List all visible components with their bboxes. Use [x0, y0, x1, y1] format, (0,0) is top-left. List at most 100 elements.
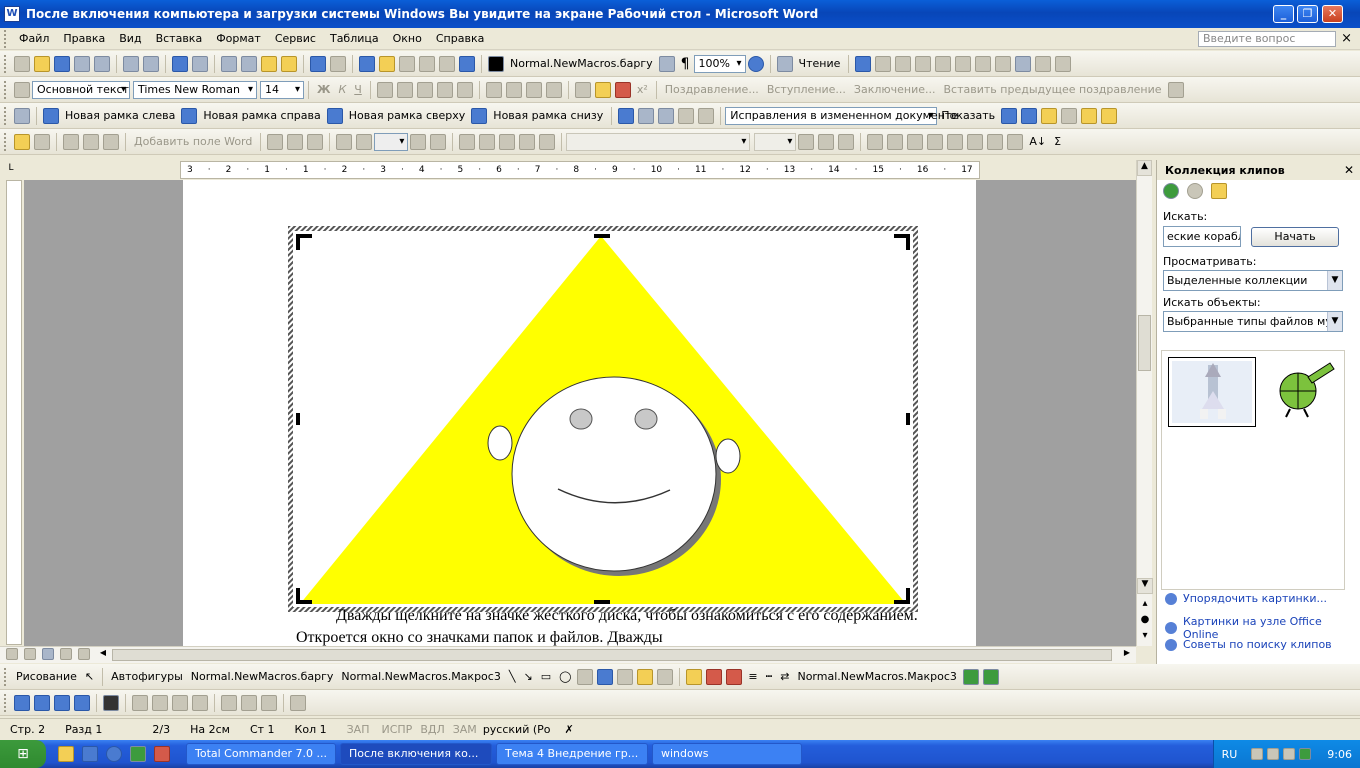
3d-style-icon[interactable]	[982, 668, 999, 685]
sort-icon[interactable]: A↓	[1029, 135, 1046, 148]
reading-view-icon[interactable]	[78, 648, 90, 660]
spelling-2-icon[interactable]	[152, 694, 168, 711]
open-icon[interactable]	[34, 55, 50, 72]
outline-view-icon[interactable]	[60, 648, 72, 660]
menu-edit[interactable]: Правка	[56, 32, 112, 45]
shading-color-icon[interactable]	[838, 133, 855, 150]
style-select[interactable]: Основной текст	[32, 80, 130, 99]
line-style-2-icon[interactable]: ≡	[748, 670, 757, 683]
macro-button-2[interactable]: Normal.NewMacros.Макрос3	[341, 670, 500, 683]
frame-left-icon[interactable]	[43, 107, 59, 124]
copy-icon[interactable]	[241, 55, 257, 72]
wordart-icon-2[interactable]	[597, 668, 614, 685]
search-input[interactable]: еские корабли	[1163, 226, 1241, 247]
new-document-icon[interactable]	[14, 55, 30, 72]
review-mode-select[interactable]: Исправления в измененном документе	[725, 106, 958, 125]
underline-button[interactable]: Ч	[354, 83, 362, 96]
email-icon[interactable]	[94, 55, 110, 72]
mail-greeting-button[interactable]: Поздравление...	[665, 83, 759, 96]
drawing-icon[interactable]	[459, 55, 475, 72]
vertical-ruler[interactable]	[6, 180, 22, 645]
print-view-icon[interactable]	[42, 648, 54, 660]
frame-right-button[interactable]: Новая рамка справа	[203, 109, 320, 122]
dash-style-icon[interactable]: ┅	[766, 670, 773, 683]
line-style-select[interactable]	[566, 132, 751, 151]
back-icon[interactable]	[1163, 183, 1179, 199]
doc-close-icon[interactable]: ×	[1341, 31, 1352, 46]
highlight-fields-icon[interactable]	[287, 133, 304, 150]
taskbar-windows-folder[interactable]: windows	[652, 743, 802, 765]
format-picture-icon[interactable]	[1015, 55, 1032, 72]
font-size-select[interactable]: 14	[260, 80, 304, 99]
justify-icon[interactable]	[436, 81, 453, 98]
scroll-left-icon[interactable]: ◀	[96, 648, 110, 662]
word-launch-icon[interactable]	[82, 746, 98, 762]
contrast-icon[interactable]	[895, 55, 912, 72]
outside-border-icon[interactable]	[818, 133, 835, 150]
crop-icon[interactable]	[875, 55, 892, 72]
tray-icon-2[interactable]	[1267, 748, 1280, 760]
ask-question-input[interactable]: Введите вопрос	[1198, 31, 1336, 47]
arrow-style-icon[interactable]: ⇄	[780, 670, 789, 683]
hyperlink-icon[interactable]	[359, 55, 375, 72]
diagram-icon[interactable]	[617, 668, 634, 685]
wordart-icon[interactable]	[618, 107, 635, 124]
save-icon[interactable]	[54, 55, 70, 72]
start-button[interactable]: ⊞	[0, 740, 46, 768]
macro-button-label[interactable]: Normal.NewMacros.баргу	[510, 57, 653, 70]
horizontal-ruler[interactable]: 3 · 2 · 1 · 1 · 2 · 3 · 4 · 5 · 6 · 7 · 8 · 9 · 10 · 11 · 12 · 13 · 14 · 1…	[180, 161, 980, 179]
research-2-icon[interactable]	[172, 694, 188, 711]
drawing-menu-button[interactable]: Рисование	[16, 670, 77, 683]
clip-result-shuttle[interactable]	[1168, 357, 1256, 427]
text-wrap-icon[interactable]	[995, 55, 1012, 72]
arrow-icon[interactable]: ↘	[523, 670, 532, 683]
status-ovr[interactable]: ЗАМ	[451, 723, 479, 736]
macro-button-3[interactable]: Normal.NewMacros.Макрос3	[797, 670, 956, 683]
insert-table-icon[interactable]	[399, 55, 415, 72]
track-changes-icon[interactable]	[1101, 107, 1118, 124]
clip-art-icon[interactable]	[637, 668, 654, 685]
view-merged-icon[interactable]	[267, 133, 284, 150]
taskbar-total-commander[interactable]: Total Commander 7.0 ...	[186, 743, 336, 765]
first-record-icon[interactable]	[336, 133, 353, 150]
edit-icon[interactable]	[1167, 81, 1184, 98]
insert-address-icon[interactable]	[83, 133, 99, 150]
line-2-icon[interactable]	[241, 694, 257, 711]
merge-to-email-icon[interactable]	[539, 133, 556, 150]
merge-to-printer-icon[interactable]	[519, 133, 536, 150]
text-direction-icon[interactable]	[1007, 133, 1024, 150]
help-icon[interactable]	[747, 55, 764, 72]
browse-object-icon[interactable]: ▴ ● ▾	[1137, 596, 1153, 644]
tables-borders-icon[interactable]	[379, 55, 395, 72]
distribute-columns-icon[interactable]	[967, 133, 984, 150]
border-color-icon[interactable]	[798, 133, 815, 150]
macro-button-1[interactable]: Normal.NewMacros.баргу	[191, 670, 334, 683]
menu-table[interactable]: Таблица	[323, 32, 386, 45]
rotate-icon[interactable]	[935, 55, 952, 72]
record-number-input[interactable]	[374, 132, 409, 151]
forward-icon[interactable]	[1187, 183, 1203, 199]
tray-icon-4[interactable]	[1299, 748, 1312, 760]
frame-top-button[interactable]: Новая рамка сверху	[349, 109, 466, 122]
line-weight-select[interactable]	[754, 132, 797, 151]
horizontal-scroll-thumb[interactable]	[112, 649, 1112, 661]
research-icon[interactable]	[192, 55, 208, 72]
left-ear[interactable]	[487, 425, 513, 461]
bullets-icon[interactable]	[505, 81, 522, 98]
redo-icon[interactable]	[330, 55, 346, 72]
line-color-icon[interactable]	[706, 668, 723, 685]
macro-icon[interactable]	[488, 55, 504, 72]
horizontal-scrollbar[interactable]: ◀ ▶	[0, 646, 1136, 663]
status-ext[interactable]: ВДЛ	[414, 723, 450, 736]
match-fields-icon[interactable]	[307, 133, 324, 150]
minimize-button[interactable]: _	[1273, 5, 1294, 23]
shadow-style-icon[interactable]	[962, 668, 979, 685]
menu-view[interactable]: Вид	[112, 32, 148, 45]
frame-properties-icon[interactable]	[638, 107, 655, 124]
show-hide-icon[interactable]: ¶	[681, 56, 690, 72]
media-types-select[interactable]: Выбранные типы файлов мульт ▼	[1163, 311, 1343, 332]
frame-right-icon[interactable]	[181, 107, 198, 124]
insert-greeting-icon[interactable]	[103, 133, 119, 150]
reading-icon[interactable]	[776, 55, 793, 72]
add-word-field-button[interactable]: Добавить поле Word	[134, 135, 252, 148]
